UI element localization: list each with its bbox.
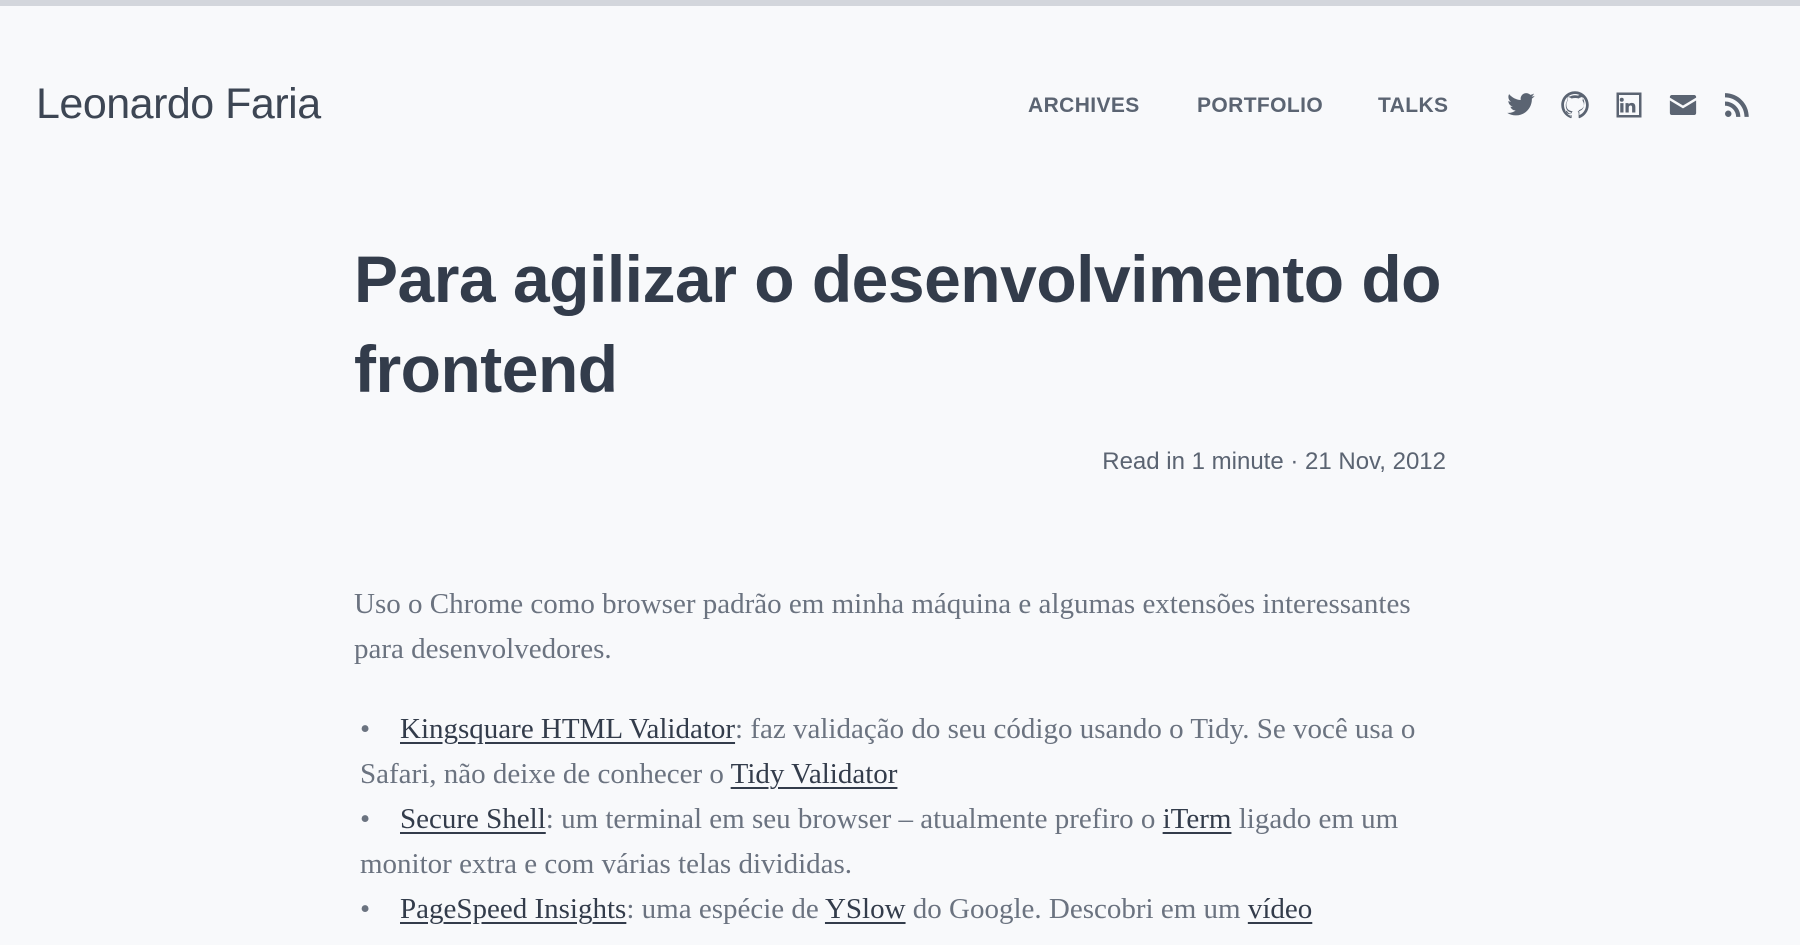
post-content: Uso o Chrome como browser padrão em minh… bbox=[354, 582, 1454, 932]
bullet: • bbox=[360, 803, 371, 835]
github-icon[interactable] bbox=[1560, 90, 1590, 120]
secure-shell-link[interactable]: Secure Shell bbox=[400, 803, 546, 835]
nav-portfolio-link[interactable]: PORTFOLIO bbox=[1197, 94, 1323, 118]
pagespeed-link[interactable]: PageSpeed Insights bbox=[400, 893, 626, 925]
twitter-icon[interactable] bbox=[1506, 90, 1536, 120]
rss-icon[interactable] bbox=[1722, 90, 1752, 120]
top-border bbox=[0, 0, 1800, 6]
yslow-link[interactable]: YSlow bbox=[825, 893, 906, 925]
list-item: • Secure Shell: um terminal em seu browse… bbox=[354, 797, 1454, 887]
email-icon[interactable] bbox=[1668, 90, 1698, 120]
bullet: • bbox=[360, 893, 371, 925]
nav-talks-link[interactable]: TALKS bbox=[1378, 94, 1448, 118]
linkedin-icon[interactable] bbox=[1614, 90, 1644, 120]
item-text: do Google. Descobri em um bbox=[905, 893, 1248, 925]
video-link[interactable]: vídeo bbox=[1248, 893, 1312, 925]
site-title-link[interactable]: Leonardo Faria bbox=[36, 80, 321, 129]
intro-paragraph: Uso o Chrome como browser padrão em minh… bbox=[354, 588, 1411, 665]
item-text: : uma espécie de bbox=[626, 893, 825, 925]
post-meta: Read in 1 minute · 21 Nov, 2012 bbox=[1102, 448, 1446, 475]
kingsquare-link[interactable]: Kingsquare HTML Validator bbox=[400, 713, 735, 745]
list-item: • Kingsquare HTML Validator: faz validaçã… bbox=[354, 707, 1454, 797]
bullet: • bbox=[360, 713, 371, 745]
extension-list: • Kingsquare HTML Validator: faz validaçã… bbox=[354, 707, 1454, 932]
tidy-validator-link[interactable]: Tidy Validator bbox=[731, 758, 898, 790]
item-text: : um terminal em seu browser – atualment… bbox=[545, 803, 1163, 835]
post-title: Para agilizar o desenvolvimento do front… bbox=[354, 242, 1442, 406]
nav-archives-link[interactable]: ARCHIVES bbox=[1028, 94, 1140, 118]
list-item: • PageSpeed Insights: uma espécie de YSlo… bbox=[354, 887, 1454, 932]
iterm-link[interactable]: iTerm bbox=[1163, 803, 1232, 835]
